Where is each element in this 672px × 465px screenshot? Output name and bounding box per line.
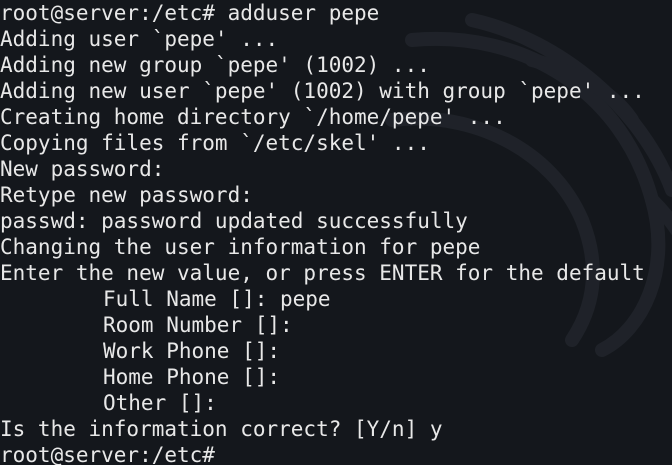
output-line: Retype new password: [0, 183, 253, 207]
output-line: Room Number []: [103, 313, 293, 337]
prompt-line[interactable]: root@server:/etc# [0, 442, 645, 465]
output-line: Other []: [103, 391, 217, 415]
output-line: Adding user `pepe' ... [0, 27, 279, 51]
prompt-line: root@server:/etc# adduser pepe [0, 1, 380, 25]
output-line: Enter the new value, or press ENTER for … [0, 261, 645, 285]
terminal-output: root@server:/etc# adduser pepe Adding use… [0, 0, 645, 465]
output-line: Home Phone []: [103, 365, 281, 389]
output-line: Creating home directory `/home/pepe' ... [0, 105, 506, 129]
output-line: Copying files from `/etc/skel' ... [0, 131, 430, 155]
output-line: passwd: password updated successfully [0, 209, 468, 233]
output-line: Changing the user information for pepe [0, 235, 481, 259]
output-line: Is the information correct? [Y/n] y [0, 417, 443, 441]
output-line: Full Name []: pepe [103, 287, 331, 311]
terminal-window[interactable]: root@server:/etc# adduser pepe Adding use… [0, 0, 672, 465]
output-line: Adding new user `pepe' (1002) with group… [0, 79, 645, 103]
output-line: Adding new group `pepe' (1002) ... [0, 53, 430, 77]
output-line: New password: [0, 157, 165, 181]
output-line: Work Phone []: [103, 339, 281, 363]
